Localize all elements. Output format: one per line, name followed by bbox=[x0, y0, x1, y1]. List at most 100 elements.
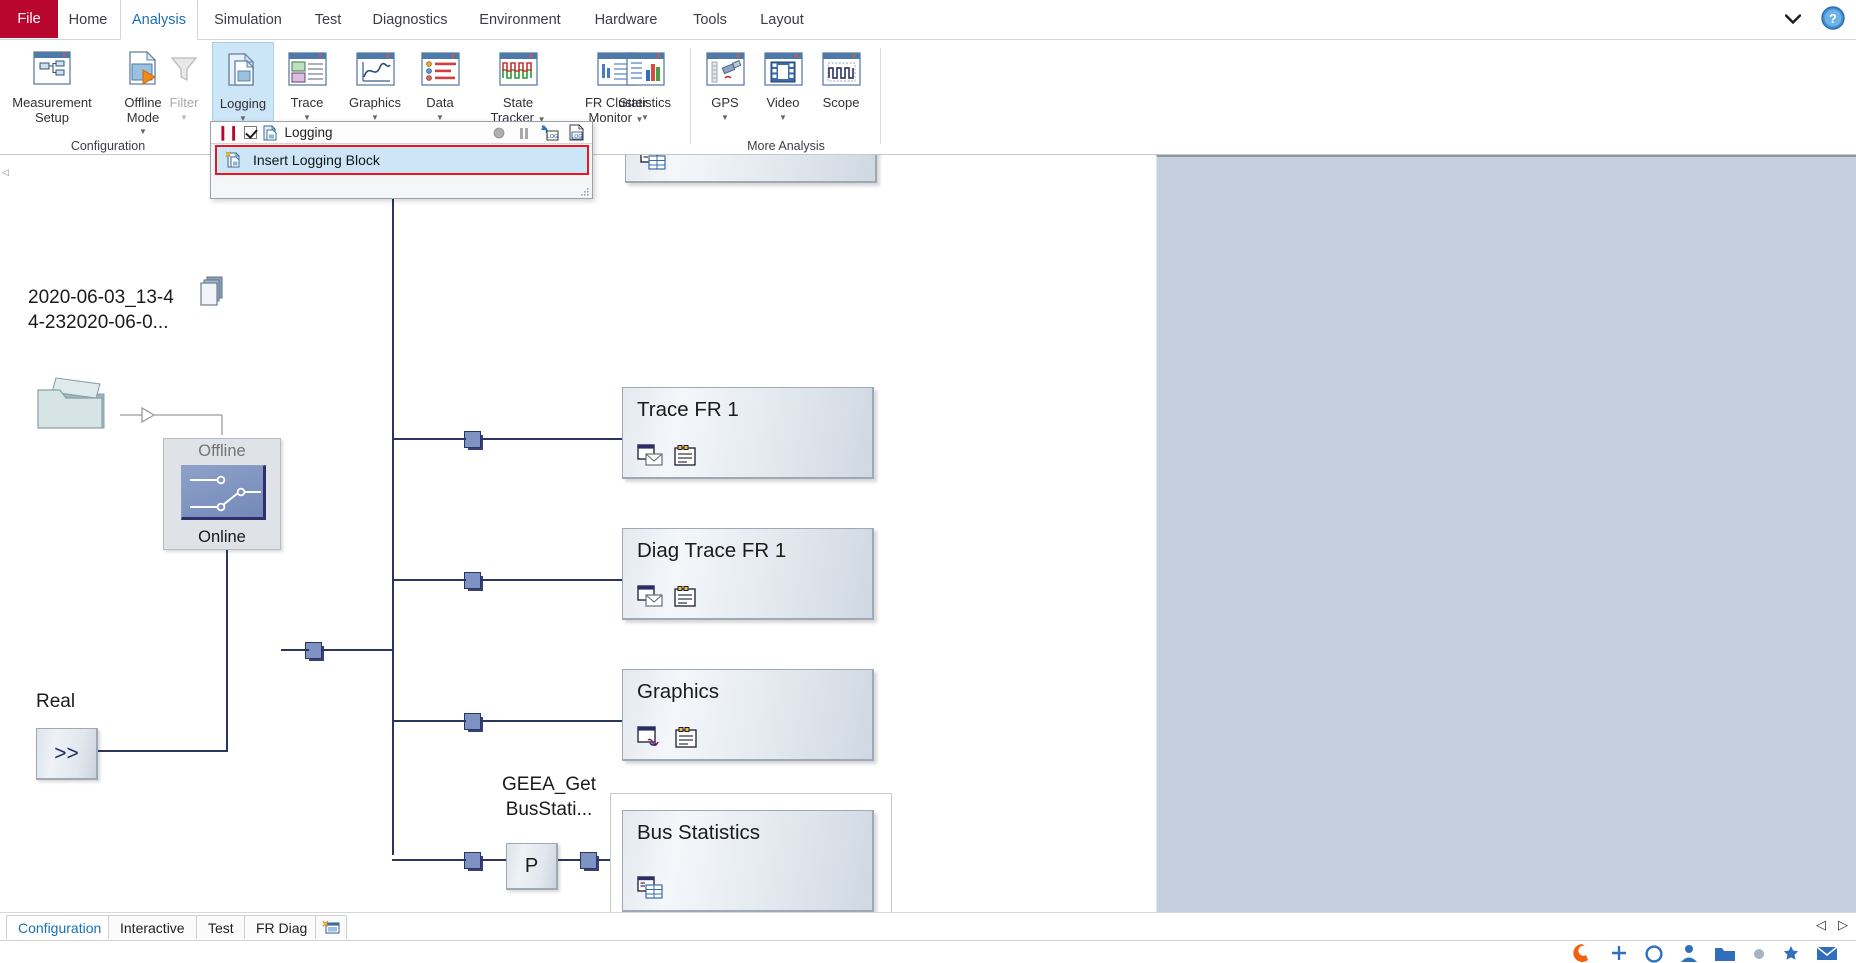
ribbon-group-label-more-analysis: More Analysis bbox=[747, 139, 825, 153]
ribbon-button-gps[interactable]: GPS ▼ bbox=[696, 42, 754, 147]
browser-icon[interactable] bbox=[1570, 942, 1594, 963]
dot-icon[interactable] bbox=[1752, 946, 1766, 960]
measurement-setup-icon bbox=[30, 48, 74, 90]
ribbon-button-scope[interactable]: Scope bbox=[812, 42, 870, 147]
switch-offline-label: Offline bbox=[198, 442, 246, 460]
chevron-down-icon[interactable]: ▼ bbox=[180, 113, 188, 122]
bus-pin-node-in[interactable] bbox=[464, 852, 481, 869]
wire-branch-diag-left bbox=[392, 579, 466, 581]
ribbon-group-label-configuration: Configuration bbox=[70, 139, 146, 153]
filter-funnel-icon bbox=[162, 48, 206, 90]
wire-pin-to-trunk bbox=[322, 649, 394, 651]
ribbon-button-measurement-setup[interactable]: Measurement Setup bbox=[4, 42, 100, 147]
bus-statistics-icon bbox=[637, 876, 663, 900]
window-message-icon bbox=[637, 443, 663, 467]
ribbon-tab-tools-label: Tools bbox=[693, 11, 727, 28]
analysis-block-diag-trace-fr1[interactable]: Diag Trace FR 1 bbox=[622, 528, 874, 620]
chevron-down-icon[interactable]: ▼ bbox=[641, 113, 649, 122]
measurement-setup-canvas[interactable]: ◁ 2020-06-03_13-4 4-232020-06-0... Offli… bbox=[0, 155, 1152, 930]
logging-block-icon bbox=[263, 124, 279, 141]
log-file-icon[interactable]: LOG bbox=[568, 124, 586, 141]
bottom-tabbar: Configuration Interactive Test FR Diag ◁… bbox=[0, 912, 1856, 940]
logging-dropdown-toolbar: LOG LOG bbox=[491, 124, 586, 141]
wire-branch-node-left bbox=[392, 859, 466, 861]
chevron-down-icon[interactable]: ▼ bbox=[779, 113, 787, 122]
triangle-left-icon[interactable]: ◁ bbox=[1816, 917, 1826, 933]
start-measurement-button[interactable]: >> bbox=[36, 728, 98, 780]
file-stack-icon bbox=[200, 275, 230, 307]
offline-online-switch[interactable]: Offline Online bbox=[163, 438, 281, 550]
bus-pin-diag-trace-fr1[interactable] bbox=[464, 572, 481, 589]
ribbon-button-statistics[interactable]: Statistics ▼ bbox=[608, 42, 682, 147]
folder-to-switch-arrow bbox=[120, 406, 223, 435]
node-block-geea[interactable]: P bbox=[506, 843, 558, 890]
ribbon-tab-file[interactable]: File bbox=[0, 0, 58, 38]
ribbon-tab-diagnostics[interactable]: Diagnostics bbox=[358, 0, 462, 39]
ribbon-tab-home-label: Home bbox=[68, 11, 108, 28]
logging-dropdown-panel[interactable]: ❙❙ Logging LOG LOG Insert Logging Block bbox=[210, 121, 593, 199]
ribbon-tab-environment-label: Environment bbox=[479, 11, 561, 28]
ribbon-tab-analysis[interactable]: Analysis bbox=[120, 0, 198, 40]
analysis-block-bus-statistics[interactable]: Bus Statistics bbox=[622, 810, 874, 912]
ribbon-tab-hardware[interactable]: Hardware bbox=[578, 0, 674, 39]
resize-grip-icon[interactable] bbox=[580, 187, 590, 197]
record-dot-icon[interactable] bbox=[491, 125, 507, 141]
notes-icon bbox=[673, 444, 697, 467]
ribbon-tab-test[interactable]: Test bbox=[300, 0, 356, 39]
folder-icon[interactable] bbox=[1714, 944, 1736, 962]
ribbon-tab-tools[interactable]: Tools bbox=[676, 0, 744, 39]
pause-icon[interactable] bbox=[516, 125, 532, 141]
side-panel[interactable] bbox=[1156, 155, 1856, 930]
ribbon-group-divider bbox=[690, 48, 691, 144]
star-icon[interactable] bbox=[1782, 944, 1800, 962]
mail-icon[interactable] bbox=[1816, 944, 1838, 962]
window-message-icon bbox=[637, 584, 663, 608]
person-icon[interactable] bbox=[1680, 943, 1698, 963]
wire-go-to-switch bbox=[98, 750, 228, 752]
ribbon-tab-hardware-label: Hardware bbox=[594, 11, 658, 28]
chevron-down-icon[interactable]: ▼ bbox=[139, 127, 147, 136]
data-icon bbox=[418, 48, 462, 90]
bus-pin-trace-fr1[interactable] bbox=[464, 431, 481, 448]
analysis-block-graphics[interactable]: Graphics bbox=[622, 669, 874, 761]
triangle-right-icon[interactable]: ▷ bbox=[1838, 917, 1848, 933]
menu-item-insert-logging-block[interactable]: Insert Logging Block bbox=[215, 145, 589, 175]
bus-statistics-icon bbox=[640, 155, 666, 171]
bus-pin-node-out[interactable] bbox=[580, 852, 597, 869]
toggle-switch-icon bbox=[181, 465, 266, 520]
gps-icon bbox=[703, 48, 747, 90]
chevron-down-icon[interactable] bbox=[1782, 8, 1804, 30]
ribbon-tab-environment[interactable]: Environment bbox=[464, 0, 576, 39]
bottom-tab-fr-diag-label: FR Diag bbox=[256, 919, 308, 936]
folder-open-icon[interactable] bbox=[30, 368, 120, 438]
source-file-label: 2020-06-03_13-4 4-232020-06-0... bbox=[28, 287, 174, 333]
ribbon-tab-home[interactable]: Home bbox=[58, 0, 118, 39]
pause-icon[interactable]: ❙❙ bbox=[217, 124, 239, 141]
ribbon-button-gps-label: GPS bbox=[711, 95, 739, 110]
analysis-block-trace-fr1[interactable]: Trace FR 1 bbox=[622, 387, 874, 479]
bottom-tab-test[interactable]: Test bbox=[196, 915, 246, 939]
bottom-tab-fr-diag[interactable]: FR Diag bbox=[244, 915, 320, 939]
bottom-tab-interactive[interactable]: Interactive bbox=[108, 915, 197, 939]
circle-icon[interactable] bbox=[1644, 943, 1664, 963]
help-circle-icon[interactable]: ? bbox=[1820, 5, 1846, 31]
chevron-down-icon[interactable]: ▼ bbox=[721, 113, 729, 122]
logging-enabled-checkbox[interactable] bbox=[244, 126, 258, 139]
ribbon-tab-layout[interactable]: Layout bbox=[746, 0, 818, 39]
bottom-tab-configuration-label: Configuration bbox=[18, 919, 102, 936]
bottom-tab-configuration[interactable]: Configuration bbox=[6, 915, 114, 939]
bottom-tab-interactive-label: Interactive bbox=[120, 919, 185, 936]
analysis-block-diag-trace-fr1-title: Diag Trace FR 1 bbox=[637, 539, 787, 562]
ribbon-button-filter[interactable]: Filter ▼ bbox=[156, 42, 212, 147]
analysis-block-partial[interactable] bbox=[625, 155, 877, 183]
wire-branch-trace-fr1-left bbox=[392, 438, 466, 440]
ribbon-button-video[interactable]: Video ▼ bbox=[754, 42, 812, 147]
bus-pin-graphics[interactable] bbox=[464, 713, 481, 730]
ribbon-tab-simulation[interactable]: Simulation bbox=[200, 0, 296, 39]
notes-icon bbox=[674, 726, 698, 749]
plus-icon[interactable] bbox=[1610, 944, 1628, 962]
log-convert-icon[interactable]: LOG bbox=[541, 124, 559, 141]
wire-switch-down bbox=[226, 550, 228, 752]
canvas-collapse-icon[interactable]: ◁ bbox=[2, 167, 9, 178]
bottom-tab-add[interactable] bbox=[315, 915, 347, 939]
